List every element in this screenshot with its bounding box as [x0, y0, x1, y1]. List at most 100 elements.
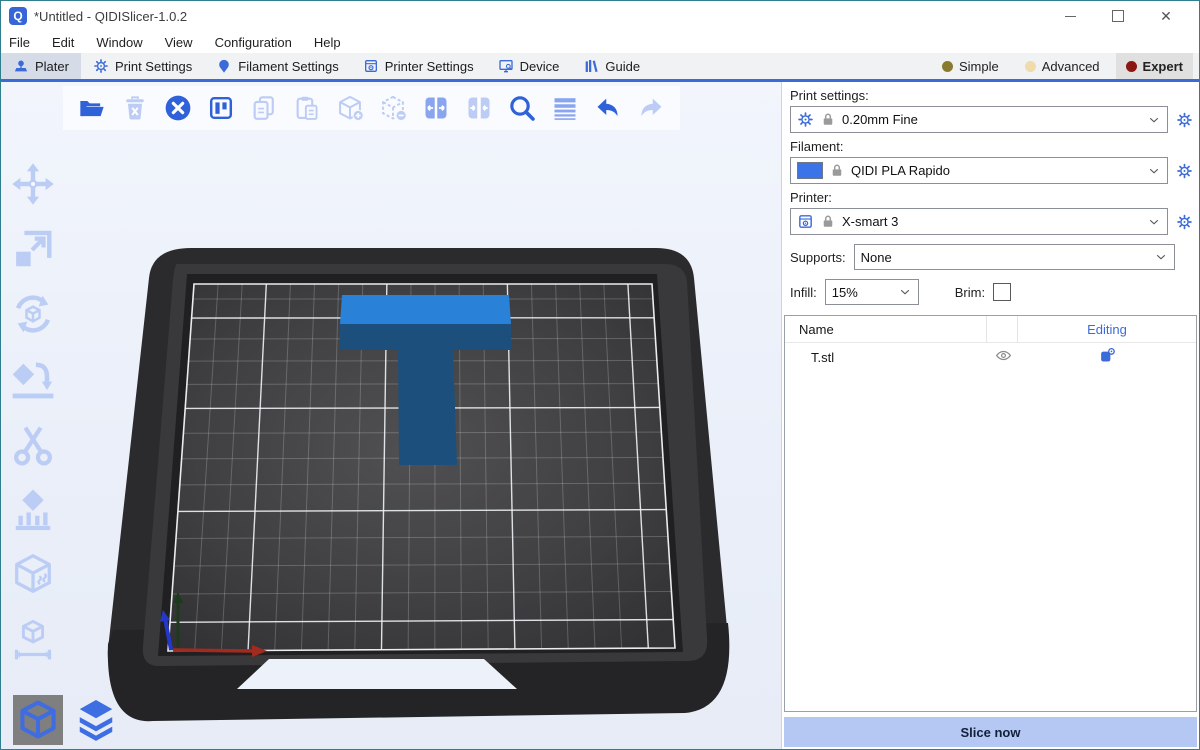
- printer-icon: [363, 58, 379, 74]
- supports-combo[interactable]: None: [854, 244, 1175, 270]
- redo-button[interactable]: [636, 93, 666, 123]
- measure-tool[interactable]: [7, 613, 59, 664]
- edit-object-button[interactable]: [1018, 347, 1196, 367]
- tab-label: Print Settings: [115, 59, 192, 74]
- place-on-face-tool[interactable]: [7, 353, 59, 404]
- gear-icon: [797, 111, 814, 128]
- filament-value: QIDI PLA Rapido: [851, 163, 1140, 178]
- tab-filament-settings[interactable]: Filament Settings: [204, 53, 350, 79]
- paint-on-supports-tool[interactable]: [7, 483, 59, 534]
- search-button[interactable]: [507, 93, 537, 123]
- minimize-icon: [1065, 16, 1076, 17]
- tab-label: Plater: [35, 59, 69, 74]
- object-row[interactable]: T.stl: [785, 343, 1196, 371]
- preview-layers-icon: [74, 698, 118, 742]
- mode-switcher: Simple Advanced Expert: [932, 53, 1199, 79]
- add-instance-button[interactable]: [335, 93, 365, 123]
- chevron-down-icon: [898, 285, 912, 299]
- preview-view-button[interactable]: [71, 695, 121, 745]
- cube-minus-icon: [379, 94, 407, 122]
- filament-gear-button[interactable]: [1174, 161, 1194, 181]
- tab-label: Filament Settings: [238, 59, 338, 74]
- gear-icon: [1176, 213, 1193, 230]
- menu-window[interactable]: Window: [96, 35, 142, 50]
- print-settings-combo[interactable]: 0.20mm Fine: [790, 106, 1168, 133]
- filament-combo[interactable]: QIDI PLA Rapido: [790, 157, 1168, 184]
- cut-icon: [10, 421, 56, 467]
- supports-label: Supports:: [790, 250, 846, 265]
- paste-button[interactable]: [292, 93, 322, 123]
- mode-simple[interactable]: Simple: [932, 53, 1009, 79]
- infill-combo[interactable]: 15%: [825, 279, 919, 305]
- arrange-button[interactable]: [206, 93, 236, 123]
- 3d-viewport[interactable]: [1, 82, 781, 749]
- main-toolbar: [63, 86, 680, 130]
- split-to-objects-button[interactable]: [421, 93, 451, 123]
- 3d-editor-view-button[interactable]: [13, 695, 63, 745]
- mode-expert[interactable]: Expert: [1116, 53, 1193, 79]
- tab-label: Guide: [605, 59, 640, 74]
- menu-view[interactable]: View: [165, 35, 193, 50]
- tab-guide[interactable]: Guide: [571, 53, 652, 79]
- cut-tool[interactable]: [7, 418, 59, 469]
- tab-printer-settings[interactable]: Printer Settings: [351, 53, 486, 79]
- paste-icon: [293, 94, 321, 122]
- slice-now-button[interactable]: Slice now: [784, 717, 1197, 747]
- app-window: Q *Untitled - QIDISlicer-1.0.2 ✕ FileEdi…: [0, 0, 1200, 750]
- rotate-tool[interactable]: [7, 288, 59, 339]
- remove-instance-button[interactable]: [378, 93, 408, 123]
- maximize-button[interactable]: [1111, 9, 1125, 23]
- mode-dot-icon: [1025, 61, 1036, 72]
- cube-plus-icon: [336, 94, 364, 122]
- split-to-parts-button[interactable]: [464, 93, 494, 123]
- printer-icon: [797, 213, 814, 230]
- app-logo-icon: Q: [9, 7, 27, 25]
- close-icon: ✕: [1160, 9, 1172, 23]
- filament-label: Filament:: [784, 137, 1197, 157]
- variable-layer-height-button[interactable]: [550, 93, 580, 123]
- menu-file[interactable]: File: [9, 35, 30, 50]
- menu-configuration[interactable]: Configuration: [215, 35, 292, 50]
- trash-icon: [121, 94, 149, 122]
- tab-plater[interactable]: Plater: [1, 53, 81, 79]
- visibility-toggle[interactable]: [988, 347, 1018, 367]
- seam-painting-tool[interactable]: [7, 548, 59, 599]
- lock-icon: [830, 163, 844, 178]
- move-tool[interactable]: [7, 158, 59, 209]
- printer-gear-button[interactable]: [1174, 212, 1194, 232]
- brim-checkbox[interactable]: [993, 283, 1011, 301]
- tab-device[interactable]: Device: [486, 53, 572, 79]
- mode-advanced[interactable]: Advanced: [1015, 53, 1110, 79]
- edit-badge-icon: [1099, 347, 1116, 367]
- open-file-button[interactable]: [77, 93, 107, 123]
- mode-dot-icon: [1126, 61, 1137, 72]
- seam-paint-icon: [10, 551, 56, 597]
- column-visibility: [986, 316, 1018, 342]
- layer-lines-icon: [551, 94, 579, 122]
- print-settings-value: 0.20mm Fine: [842, 112, 1140, 127]
- tab-print-settings[interactable]: Print Settings: [81, 53, 204, 79]
- delete-button[interactable]: [120, 93, 150, 123]
- printer-combo[interactable]: X-smart 3: [790, 208, 1168, 235]
- print-bed-scene[interactable]: [1, 82, 783, 750]
- brim-label: Brim:: [955, 285, 985, 300]
- menu-edit[interactable]: Edit: [52, 35, 74, 50]
- gear-icon: [1176, 162, 1193, 179]
- tab-bar: Plater Print Settings Filament Settings Pri…: [1, 53, 1199, 79]
- undo-icon: [594, 94, 622, 122]
- menu-help[interactable]: Help: [314, 35, 341, 50]
- side-toolbar: [7, 158, 59, 664]
- mode-label: Expert: [1143, 59, 1183, 74]
- scale-tool[interactable]: [7, 223, 59, 274]
- infill-label: Infill:: [790, 285, 817, 300]
- infill-value: 15%: [832, 285, 891, 300]
- search-icon: [508, 94, 536, 122]
- delete-all-button[interactable]: [163, 93, 193, 123]
- print-settings-gear-button[interactable]: [1174, 110, 1194, 130]
- mode-label: Simple: [959, 59, 999, 74]
- minimize-button[interactable]: [1063, 9, 1077, 23]
- undo-button[interactable]: [593, 93, 623, 123]
- copy-button[interactable]: [249, 93, 279, 123]
- close-button[interactable]: ✕: [1159, 9, 1173, 23]
- support-paint-icon: [10, 486, 56, 532]
